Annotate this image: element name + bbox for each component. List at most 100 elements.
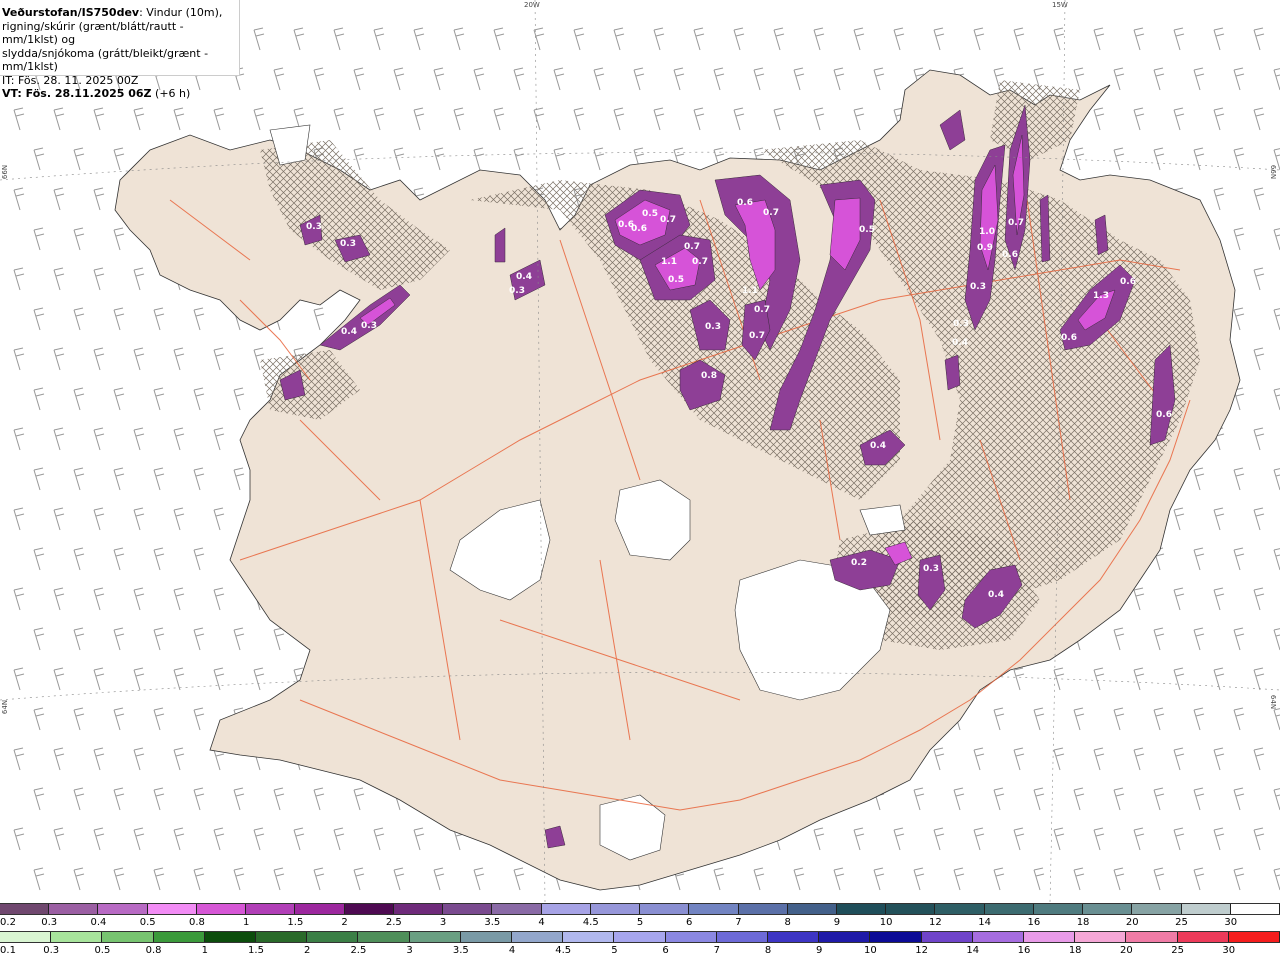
colorbar-swatch — [204, 932, 257, 942]
colorbar-tick-label: 7 — [713, 945, 720, 956]
precip-value-label: 0.5 — [859, 225, 875, 235]
init-time: IT: Fös. 28. 11. 2025 00Z — [2, 73, 139, 87]
colorbar-swatch — [563, 932, 615, 942]
title-line-3: slydda/snjókoma (grátt/bleikt/grænt - mm… — [2, 46, 209, 74]
colorbar-swatch — [984, 904, 1034, 914]
colorbar-tick-label: 1 — [242, 917, 250, 928]
colorbar-tick-label: 20 — [1120, 945, 1133, 956]
grid-label-15w: 15W — [1052, 1, 1068, 9]
colorbar-tick-label: 16 — [1017, 945, 1031, 956]
colorbar-swatch — [870, 932, 922, 942]
precip-value-label: 0.2 — [851, 558, 867, 568]
colorbar-tick-label: 4 — [538, 917, 545, 928]
colorbar-tick-label: 10 — [864, 945, 877, 956]
colorbar-swatch — [492, 904, 542, 914]
precip-value-label: 0.6 — [1156, 410, 1172, 420]
colorbar-tick-label: 20 — [1125, 917, 1139, 928]
colorbar-tick-label: 3.5 — [484, 917, 501, 928]
precip-value-label: 0.3 — [970, 282, 986, 292]
colorbar-tick-label: 8 — [764, 945, 772, 956]
grid-label-66n-right: 66N — [1269, 164, 1278, 180]
precip-value-label: 0.4 — [988, 590, 1004, 600]
colorbar-swatch — [0, 932, 52, 942]
precip-value-label: 0.7 — [684, 242, 700, 252]
colorbar-swatch — [787, 904, 837, 914]
colorbar-tick-label: 1.5 — [248, 945, 264, 956]
colorbar-tick-label: 3.5 — [452, 945, 469, 956]
colorbar-swatch — [1181, 904, 1231, 914]
colorbar-swatch — [153, 932, 205, 942]
colorbar-swatch — [49, 904, 99, 914]
colorbar-tick-label: 0.4 — [90, 917, 107, 928]
colorbar-swatch — [307, 932, 359, 942]
colorbar-tick-label: 0.5 — [94, 945, 111, 956]
colorbar-swatch — [640, 904, 690, 914]
colorbar-tick-label: 8 — [784, 917, 791, 928]
grid-label-64n-right: 64N — [1269, 694, 1278, 710]
colorbar-swatch — [716, 932, 769, 942]
colorbar-tick-label: 0.2 — [0, 917, 16, 928]
colorbar-swatch — [256, 932, 308, 942]
precip-value-label: 0.3 — [923, 564, 939, 574]
map-title-box: Veðurstofan/IS750dev: Vindur (10m), rign… — [0, 0, 240, 100]
source-name: Veðurstofan/IS750dev — [2, 6, 140, 19]
colorbar-tick-label: 3 — [406, 945, 413, 956]
colorbar-swatch — [246, 904, 296, 914]
precip-value-label: 0.5 — [668, 275, 684, 285]
colorbar-tick-label: 4.5 — [582, 917, 599, 928]
colorbar-tick-label: 6 — [662, 945, 669, 956]
colorbar-swatch — [665, 932, 717, 942]
colorbar-swatch — [1177, 932, 1229, 942]
colorbar-swatch — [102, 932, 154, 942]
precip-value-label: 0.3 — [509, 286, 525, 296]
colorbar-swatch — [972, 932, 1025, 942]
colorbar-swatch — [51, 932, 103, 942]
colorbar-tick-label: 4 — [508, 945, 516, 956]
precip-value-label: 0.6 — [1120, 277, 1136, 287]
precip-value-label: 0.6 — [1061, 333, 1077, 343]
title-line-1: Veðurstofan/IS750dev: Vindur (10m), — [2, 6, 239, 20]
colorbar-swatch — [1132, 904, 1182, 914]
precip-value-label: 1.1 — [661, 257, 677, 267]
precip-value-label: 0.7 — [660, 215, 676, 225]
precip-value-label: 0.3 — [705, 322, 721, 332]
colorbar-tick-label: 3 — [439, 917, 447, 928]
precip-value-label: 0.7 — [1008, 218, 1024, 228]
grid-label-20w: 20W — [524, 1, 540, 9]
variable-description: : Vindur (10m), — [139, 6, 223, 19]
precip-value-label: 0.8 — [701, 371, 717, 381]
precip-value-label: 0.7 — [754, 305, 770, 315]
colorbar-swatch — [98, 904, 148, 914]
colorbar-tick-label: 0.8 — [188, 917, 205, 928]
precip-value-label: 0.4 — [952, 338, 968, 348]
colorbar-swatch — [409, 932, 461, 942]
colorbar-tick-label: 4.5 — [555, 945, 572, 956]
colorbar-swatch — [295, 904, 345, 914]
colorbar-tick-label: 30 — [1224, 917, 1238, 928]
grid-label-66n-left: 66N — [1, 164, 10, 180]
colorbar-swatch — [1228, 932, 1280, 942]
precip-value-label: 0.3 — [340, 239, 356, 249]
colorbar-swatch — [921, 932, 973, 942]
precip-value-label: 0.7 — [692, 257, 708, 267]
rain-colorbar-labels: 0.1 0.3 0.5 0.8 1 1.5 2 2.5 3 3.5 4 4.5 5 6 7 8 9 10 12 14 1… — [0, 945, 1280, 959]
precip-value-label: 0.3 — [306, 222, 322, 232]
colorbar-swatch — [147, 904, 197, 914]
precip-value-label: 1.0 — [979, 227, 995, 237]
precip-value-label: 0.7 — [749, 331, 765, 341]
precip-value-label: 0.3 — [953, 319, 969, 329]
colorbar-tick-label: 1 — [201, 945, 208, 956]
colorbar-swatch — [1083, 904, 1133, 914]
colorbar-tick-label: 0.3 — [43, 945, 60, 956]
colorbar-tick-label: 6 — [686, 917, 693, 928]
weather-map[interactable]: 0.3 0.3 0.4 0.3 0.4 0.3 0.5 0.6 0.7 0.6 1.1 0.7 0.5 0… — [0, 0, 1280, 902]
grid-label-64n-left: 64N — [1, 699, 10, 715]
colorbar-swatch — [443, 904, 493, 914]
colorbar-swatch — [590, 904, 641, 914]
colorbar-swatch — [836, 904, 887, 914]
colorbar-tick-label: 1.5 — [287, 917, 304, 928]
colorbar-tick-label: 2.5 — [385, 917, 402, 928]
colorbar-swatch — [819, 932, 871, 942]
colorbar-tick-label: 18 — [1068, 945, 1082, 956]
colorbar-swatch — [886, 904, 936, 914]
